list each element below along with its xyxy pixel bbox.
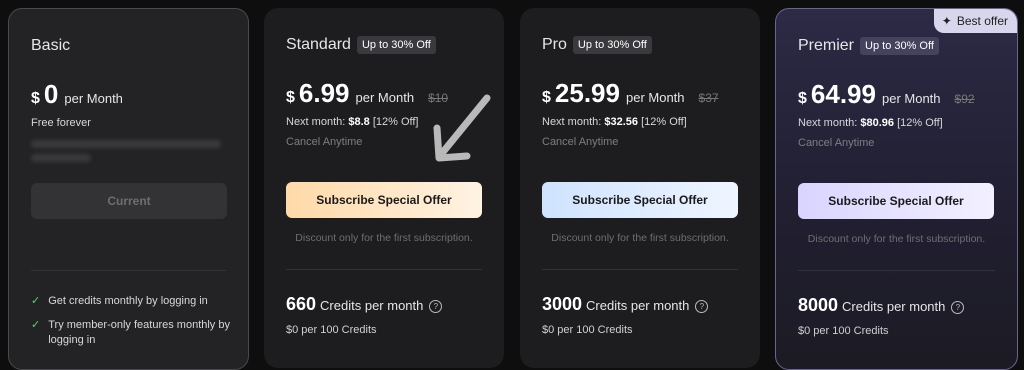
feature-text: Try member-only features monthly by logg…: [48, 319, 230, 346]
best-offer-label: Best offer: [956, 14, 1008, 28]
next-month-note: Next month: $80.96 [12% Off]: [798, 117, 943, 129]
subscribe-button[interactable]: Subscribe Special Offer: [798, 183, 994, 219]
help-icon[interactable]: ?: [695, 300, 709, 313]
price-period: per Month: [625, 90, 685, 105]
current-plan-button[interactable]: Current: [31, 183, 227, 219]
price-amount: 25.99: [554, 78, 620, 108]
price-period: per Month: [881, 91, 941, 106]
plan-card-pro: Pro Up to 30% Off $ 25.99 per Month $37 …: [520, 8, 760, 368]
discount-note: Discount only for the first subscription…: [295, 232, 473, 244]
credits-amount: 3000: [542, 294, 583, 314]
credits-amount: 8000: [798, 295, 839, 315]
currency-symbol: $: [31, 90, 40, 107]
per-credit-price: $0 per 100 Credits: [542, 324, 633, 336]
plan-header: Standard Up to 30% Off: [286, 36, 436, 54]
best-offer-badge: ✦ Best offer: [933, 9, 1017, 33]
per-credit-price: $0 per 100 Credits: [798, 325, 889, 337]
price: $ 6.99 per Month $10: [286, 78, 448, 109]
plan-name: Premier: [798, 37, 855, 54]
credits-amount: 660: [286, 294, 317, 314]
blurred-text: [31, 154, 91, 162]
price-period: per Month: [355, 90, 415, 105]
credits-label: Credits per month: [586, 298, 690, 313]
credits-label: Credits per month: [320, 298, 424, 313]
blurred-text: [31, 140, 221, 148]
price: $ 0 per Month: [31, 79, 123, 110]
check-icon: ✓: [31, 319, 41, 331]
plan-header: Basic: [31, 37, 70, 55]
credits: 8000 Credits per month ?: [798, 295, 965, 316]
feature-item: ✓ Get credits monthly by logging in: [31, 294, 231, 309]
cancel-note: Cancel Anytime: [286, 136, 363, 148]
free-note: Free forever: [31, 117, 91, 129]
divider: [798, 270, 995, 271]
original-price: $92: [954, 92, 975, 106]
subscribe-button[interactable]: Subscribe Special Offer: [286, 182, 482, 218]
original-price: $37: [698, 91, 719, 105]
plan-name: Pro: [542, 36, 567, 53]
feature-item: ✓ Try member-only features monthly by lo…: [31, 318, 231, 348]
next-month-note: Next month: $32.56 [12% Off]: [542, 116, 687, 128]
divider: [31, 270, 226, 271]
currency-symbol: $: [286, 89, 295, 106]
discount-note: Discount only for the first subscription…: [551, 232, 729, 244]
subscribe-button[interactable]: Subscribe Special Offer: [542, 182, 738, 218]
price-amount: 0: [43, 79, 59, 109]
discount-badge: Up to 30% Off: [572, 36, 652, 54]
plan-name: Basic: [31, 37, 71, 54]
cancel-note: Cancel Anytime: [542, 136, 619, 148]
credits: 3000 Credits per month ?: [542, 294, 709, 315]
divider: [542, 269, 738, 270]
discount-badge: Up to 30% Off: [860, 37, 939, 55]
plan-card-basic: Basic $ 0 per Month Free forever Current…: [8, 8, 249, 370]
credits-label: Credits per month: [842, 299, 946, 314]
arrow-annotation-icon: [433, 94, 491, 162]
discount-badge: Up to 30% Off: [356, 36, 436, 54]
discount-note: Discount only for the first subscription…: [807, 233, 986, 245]
price-amount: 64.99: [810, 79, 876, 109]
divider: [286, 269, 482, 270]
plan-header: Pro Up to 30% Off: [542, 36, 652, 54]
cancel-note: Cancel Anytime: [798, 137, 875, 149]
price-period: per Month: [64, 91, 123, 106]
plan-card-standard: Standard Up to 30% Off $ 6.99 per Month …: [264, 8, 504, 368]
plan-card-premier: ✦ Best offer Premier Up to 30% Off $ 64.…: [775, 8, 1018, 370]
price: $ 25.99 per Month $37: [542, 78, 719, 109]
feature-text: Get credits monthly by logging in: [48, 295, 208, 307]
credits: 660 Credits per month ?: [286, 294, 443, 315]
sparkle-icon: ✦: [941, 14, 952, 28]
plan-name: Standard: [286, 36, 351, 53]
help-icon[interactable]: ?: [429, 300, 443, 313]
next-month-note: Next month: $8.8 [12% Off]: [286, 116, 419, 128]
currency-symbol: $: [542, 89, 551, 106]
check-icon: ✓: [31, 295, 41, 307]
plan-header: Premier Up to 30% Off: [798, 37, 939, 55]
per-credit-price: $0 per 100 Credits: [286, 324, 377, 336]
currency-symbol: $: [798, 90, 807, 107]
price-amount: 6.99: [298, 78, 350, 108]
help-icon[interactable]: ?: [951, 301, 965, 314]
price: $ 64.99 per Month $92: [798, 79, 975, 110]
